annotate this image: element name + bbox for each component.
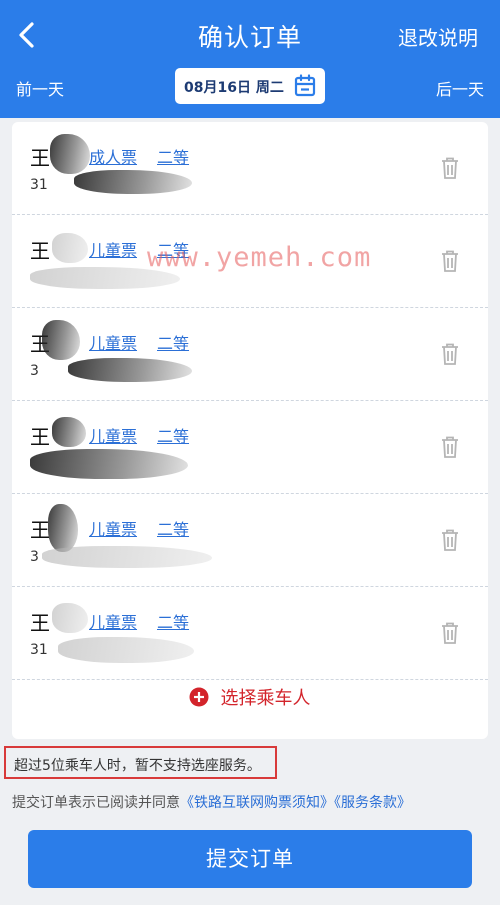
ticket-type-link[interactable]: 儿童票 bbox=[89, 609, 137, 633]
date-selector[interactable]: 08月16日 周二 bbox=[175, 68, 325, 104]
trash-icon[interactable] bbox=[440, 528, 460, 552]
redaction-mark bbox=[52, 603, 88, 633]
redaction-mark bbox=[74, 170, 192, 194]
ticket-type-link[interactable]: 成人票 bbox=[89, 144, 137, 168]
seat-class-link[interactable]: 二等 bbox=[157, 423, 189, 447]
ticket-type-link[interactable]: 儿童票 bbox=[89, 237, 137, 261]
trash-icon[interactable] bbox=[440, 435, 460, 459]
ticket-type-link[interactable]: 儿童票 bbox=[89, 423, 137, 447]
redaction-mark bbox=[30, 449, 188, 479]
redaction-mark bbox=[52, 417, 86, 447]
passenger-name: 王 bbox=[30, 518, 50, 542]
date-text: 08月16日 周二 bbox=[184, 80, 284, 96]
ticket-type-link[interactable]: 儿童票 bbox=[89, 516, 137, 540]
passenger-row: 王 儿童票 二等 3 bbox=[12, 308, 488, 401]
add-passenger-label: 选择乘车人 bbox=[220, 688, 311, 709]
redaction-mark bbox=[42, 320, 80, 360]
prev-day-button[interactable]: 前一天 bbox=[16, 76, 64, 100]
trash-icon[interactable] bbox=[440, 249, 460, 273]
redaction-mark bbox=[52, 233, 88, 263]
passenger-list: 王 成人票 二等 31 王 儿童票 二等 王 儿童票 二等 3 王 儿童票 二等… bbox=[12, 122, 488, 739]
ticket-type-link[interactable]: 儿童票 bbox=[89, 330, 137, 354]
refund-info-link[interactable]: 退改说明 bbox=[398, 22, 478, 51]
passenger-name: 王 bbox=[30, 425, 50, 449]
seat-class-link[interactable]: 二等 bbox=[157, 516, 189, 540]
id-number: 3 bbox=[30, 549, 39, 565]
plus-icon bbox=[189, 687, 209, 707]
redaction-mark bbox=[68, 358, 192, 382]
passenger-name: 王 bbox=[30, 239, 50, 263]
purchase-notice-link[interactable]: 《铁路互联网购票须知》 bbox=[180, 795, 334, 811]
seat-class-link[interactable]: 二等 bbox=[157, 330, 189, 354]
submit-order-button[interactable]: 提交订单 bbox=[28, 830, 472, 888]
terms-link[interactable]: 《服务条款》 bbox=[334, 795, 411, 811]
agreement-prefix: 提交订单表示已阅读并同意 bbox=[12, 795, 180, 811]
passenger-row: 王 成人票 二等 31 bbox=[12, 122, 488, 215]
seat-class-link[interactable]: 二等 bbox=[157, 237, 189, 261]
top-bar: 确认订单 退改说明 bbox=[0, 0, 500, 68]
passenger-row: 王 儿童票 二等 bbox=[12, 215, 488, 308]
redaction-mark bbox=[50, 134, 90, 174]
seat-class-link[interactable]: 二等 bbox=[157, 144, 189, 168]
passenger-row: 王 儿童票 二等 bbox=[12, 401, 488, 494]
id-number: 31 bbox=[30, 177, 48, 193]
trash-icon[interactable] bbox=[440, 621, 460, 645]
id-number: 3 bbox=[30, 363, 39, 379]
seat-warning-text: 超过5位乘车人时，暂不支持选座服务。 bbox=[4, 746, 277, 779]
redaction-mark bbox=[42, 546, 212, 568]
id-number: 31 bbox=[30, 642, 48, 658]
next-day-button[interactable]: 后一天 bbox=[436, 76, 484, 100]
calendar-icon bbox=[294, 74, 316, 98]
redaction-mark bbox=[58, 637, 194, 663]
agreement-text: 提交订单表示已阅读并同意《铁路互联网购票须知》《服务条款》 bbox=[12, 792, 411, 812]
trash-icon[interactable] bbox=[440, 156, 460, 180]
seat-class-link[interactable]: 二等 bbox=[157, 609, 189, 633]
redaction-mark bbox=[48, 504, 78, 552]
header: 确认订单 退改说明 前一天 08月16日 周二 后一天 bbox=[0, 0, 500, 118]
passenger-name: 王 bbox=[30, 146, 50, 170]
passenger-row: 王 儿童票 二等 3 bbox=[12, 494, 488, 587]
redaction-mark bbox=[30, 267, 180, 289]
trash-icon[interactable] bbox=[440, 342, 460, 366]
date-bar: 前一天 08月16日 周二 后一天 bbox=[0, 68, 500, 104]
add-passenger-button[interactable]: 选择乘车人 bbox=[12, 684, 488, 739]
passenger-row: 王 儿童票 二等 31 bbox=[12, 587, 488, 680]
passenger-name: 王 bbox=[30, 611, 50, 635]
